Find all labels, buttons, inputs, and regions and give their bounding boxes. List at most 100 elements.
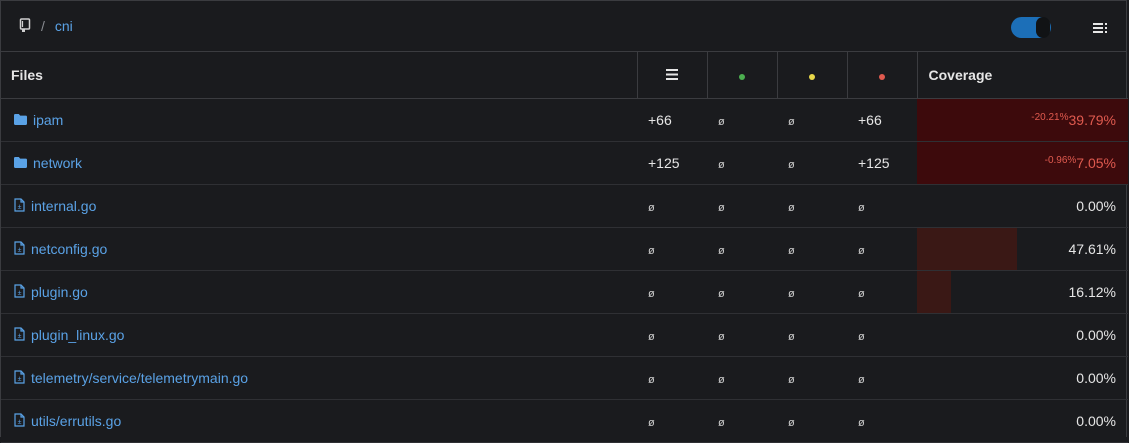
table-row[interactable]: ± plugin_linux.go ø ø ø ø 0.00%	[1, 313, 1128, 357]
covered-lines: ø	[707, 227, 777, 271]
file-name: telemetry/service/telemetrymain.go	[31, 370, 249, 386]
covered-lines: ø	[707, 141, 777, 185]
covered-lines-value: ø	[718, 417, 725, 429]
coverage-value: 7.05%	[1076, 155, 1116, 171]
header-lines[interactable]	[636, 52, 707, 99]
total-lines: ø	[637, 399, 707, 443]
svg-text:±: ±	[18, 376, 22, 383]
menu-lines-icon	[666, 67, 678, 83]
top-bar: / cni	[1, 1, 1126, 52]
table-row[interactable]: ± netconfig.go ø ø ø ø 47.61%	[1, 227, 1128, 271]
file-name: utils/errutils.go	[31, 413, 122, 429]
partial-lines-value: ø	[788, 331, 795, 343]
total-lines-value: ø	[648, 331, 655, 343]
breadcrumb: / cni	[19, 17, 73, 35]
partial-lines-value: ø	[788, 159, 795, 171]
folder-icon	[14, 155, 27, 171]
table-row[interactable]: ± internal.go ø ø ø ø 0.00%	[1, 184, 1128, 228]
total-lines: ø	[637, 356, 707, 400]
table-row[interactable]: ± telemetry/service/telemetrymain.go ø ø ø ø 0…	[1, 356, 1128, 400]
file-coverage-table: Files Coverage ipam +66 ø ø +66 -20.21%39.79%…	[1, 52, 1128, 443]
svg-text:±: ±	[18, 247, 22, 254]
total-lines-value: ø	[648, 288, 655, 300]
table-row[interactable]: ± plugin.go ø ø ø ø 16.12%	[1, 270, 1128, 314]
total-lines-value: ø	[648, 245, 655, 257]
covered-lines-value: ø	[718, 331, 725, 343]
file-link[interactable]: ± utils/errutils.go	[14, 412, 637, 430]
coverage-value: 39.79%	[1068, 112, 1116, 128]
coverage-cell: 0.00%	[917, 313, 1128, 357]
covered-lines-value: ø	[718, 159, 725, 171]
file-link[interactable]: network	[14, 155, 637, 171]
view-toggle[interactable]	[1011, 17, 1051, 38]
file-link[interactable]: ± internal.go	[14, 197, 637, 215]
file-name: netconfig.go	[31, 241, 108, 257]
breadcrumb-separator: /	[41, 18, 45, 34]
coverage-cell: -0.96%7.05%	[917, 141, 1128, 185]
file-name: plugin.go	[31, 284, 88, 300]
file-name: plugin_linux.go	[31, 327, 125, 343]
coverage-cell: 0.00%	[917, 399, 1128, 443]
list-settings-icon[interactable]	[1093, 21, 1109, 37]
file-link[interactable]: ± plugin_linux.go	[14, 326, 637, 344]
file-name: ipam	[33, 112, 64, 128]
table-row[interactable]: ipam +66 ø ø +66 -20.21%39.79%	[1, 98, 1128, 142]
file-diff-icon: ±	[14, 369, 25, 387]
coverage-delta: -20.21%	[1031, 112, 1069, 123]
covered-lines-value: ø	[718, 374, 725, 386]
missed-lines-value: +125	[858, 155, 890, 171]
coverage-cell: 0.00%	[917, 356, 1128, 400]
svg-text:±: ±	[18, 419, 22, 426]
covered-lines-value: ø	[718, 202, 725, 214]
total-lines: ø	[637, 227, 707, 271]
covered-lines-value: ø	[718, 288, 725, 300]
table-row[interactable]: network +125 ø ø +125 -0.96%7.05%	[1, 141, 1128, 185]
total-lines-value: +66	[648, 112, 672, 128]
file-name-cell: ± netconfig.go	[1, 227, 637, 271]
covered-lines: ø	[707, 184, 777, 228]
missed-lines-value: ø	[858, 374, 865, 386]
partial-lines: ø	[777, 184, 847, 228]
partial-lines-value: ø	[788, 202, 795, 214]
red-dot-icon	[879, 74, 885, 80]
file-diff-icon: ±	[14, 283, 25, 301]
total-lines-value: ø	[648, 202, 655, 214]
file-name-cell: ipam	[1, 98, 637, 142]
partial-lines-value: ø	[788, 417, 795, 429]
breadcrumb-current[interactable]: cni	[55, 18, 73, 34]
partial-lines-value: ø	[788, 288, 795, 300]
file-name-cell: ± internal.go	[1, 184, 637, 228]
table-header: Files Coverage	[1, 52, 1128, 99]
missed-lines: ø	[847, 184, 917, 228]
file-link[interactable]: ± plugin.go	[14, 283, 637, 301]
coverage-cell: -20.21%39.79%	[917, 98, 1128, 142]
total-lines-value: ø	[648, 417, 655, 429]
missed-lines-value: ø	[858, 417, 865, 429]
table-row[interactable]: ± utils/errutils.go ø ø ø ø 0.00%	[1, 399, 1128, 443]
coverage-cell: 47.61%	[917, 227, 1128, 271]
file-link[interactable]: ± telemetry/service/telemetrymain.go	[14, 369, 637, 387]
header-partial[interactable]	[776, 52, 847, 99]
partial-lines: ø	[777, 399, 847, 443]
green-dot-icon	[739, 74, 745, 80]
svg-text:±: ±	[18, 204, 22, 211]
file-diff-icon: ±	[14, 326, 25, 344]
covered-lines-value: ø	[718, 245, 725, 257]
coverage-bar	[917, 228, 1018, 270]
missed-lines: ø	[847, 227, 917, 271]
header-covered[interactable]	[706, 52, 777, 99]
file-name-cell: ± plugin_linux.go	[1, 313, 637, 357]
partial-lines: ø	[777, 98, 847, 142]
repo-icon[interactable]	[19, 17, 31, 35]
missed-lines: ø	[847, 356, 917, 400]
file-link[interactable]: ± netconfig.go	[14, 240, 637, 258]
file-link[interactable]: ipam	[14, 112, 637, 128]
coverage-delta: -0.96%	[1044, 155, 1077, 166]
header-coverage[interactable]: Coverage	[916, 52, 1128, 99]
header-missed[interactable]	[846, 52, 917, 99]
partial-lines: ø	[777, 227, 847, 271]
header-files[interactable]: Files	[1, 52, 637, 99]
missed-lines-value: ø	[858, 202, 865, 214]
missed-lines-value: ø	[858, 288, 865, 300]
missed-lines: +125	[847, 141, 917, 185]
